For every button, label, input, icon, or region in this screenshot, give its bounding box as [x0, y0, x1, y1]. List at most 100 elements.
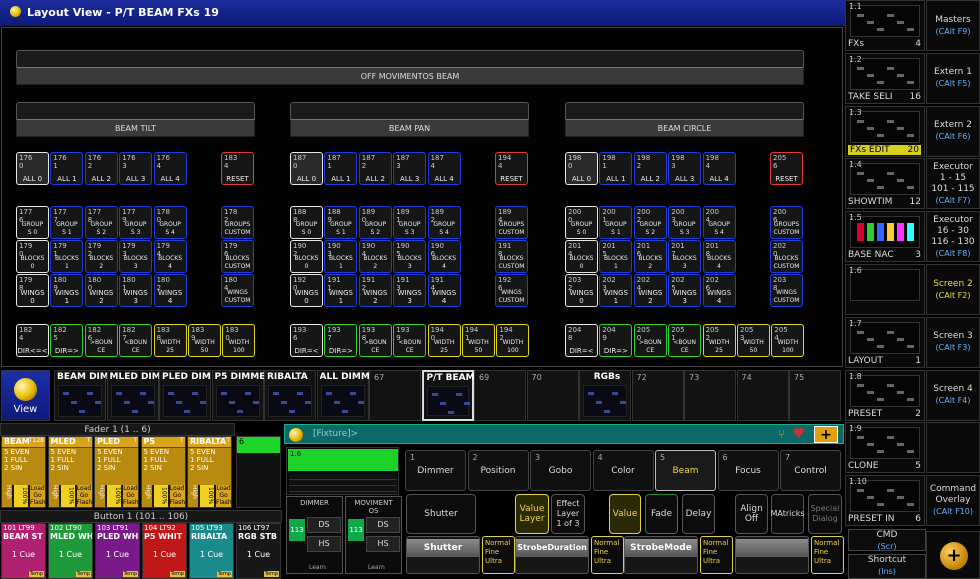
sec2-button-0-3[interactable]: 187 3 ALL 3: [393, 152, 427, 185]
tab-position[interactable]: 2 Position: [467, 450, 529, 491]
encoder-1-mode[interactable]: Normal Fine Ultra: [482, 536, 515, 574]
sec2-button-4-6[interactable]: 194 2 WIDTH 100: [496, 324, 530, 357]
delay-button[interactable]: Delay: [682, 494, 715, 534]
sec2-button-2-5[interactable]: 191 8 BLOCKS CUSTOM: [495, 240, 528, 273]
sec2-button-2-4[interactable]: 190 6 BLOCKS 4: [427, 240, 461, 273]
button-101-temp[interactable]: Temp: [28, 571, 44, 577]
encoder-4[interactable]: [735, 536, 809, 574]
sec3-button-1-4[interactable]: 200 4 GROUP S 4: [702, 206, 736, 239]
sec2-button-3-4[interactable]: 191 4 WINGS 4: [427, 274, 461, 307]
sec1-button-2-0[interactable]: 179 0 BLOCKS 0: [16, 240, 49, 273]
tab-dimmer[interactable]: 1 Dimmer: [405, 450, 466, 491]
right-button-1[interactable]: Masters (CAlt F9): [926, 0, 980, 51]
screen-pane-3[interactable]: 1.3 FXs EDIT 20: [845, 105, 925, 157]
fixture-sheet-header[interactable]: [Fixture]> ⑂ ♥ +: [284, 424, 844, 444]
sec3-button-0-1[interactable]: 198 1 ALL 1: [599, 152, 633, 185]
movimentos-encoder-block[interactable]: MOVIMENT OS 113 DS HS Learn: [345, 496, 402, 574]
sec1-button-1-3[interactable]: 177 9 GROUP S 3: [119, 206, 153, 239]
right-button-2[interactable]: Extern 1 (CAlt F5): [926, 52, 980, 104]
sec1-button-1-2[interactable]: 177 8 GROUP S 2: [84, 206, 118, 239]
sec2-button-1-4[interactable]: 189 2 GROUP S 4: [427, 206, 461, 239]
encoder-2[interactable]: StrobeDuration: [515, 536, 589, 574]
screen-pane-6[interactable]: 1.6: [845, 264, 925, 315]
align-off-button[interactable]: Align Off: [735, 494, 768, 534]
fader-4-level[interactable]: 100%: [153, 485, 168, 507]
right-button-6[interactable]: Screen 2 (CAlt F2): [926, 264, 980, 315]
button-101[interactable]: 101 LT99 BEAM ST 1 Cue Temp: [1, 523, 46, 579]
dimmer-learn-button[interactable]: Learn: [309, 564, 326, 571]
sec1-button-2-1[interactable]: 179 1 BLOCKS 1: [50, 240, 84, 273]
screen-pane-1[interactable]: 1.1 FXs 4: [845, 0, 925, 51]
sec1-button-2-2[interactable]: 179 2 BLOCKS 2: [84, 240, 118, 273]
sec2-button-0-1[interactable]: 187 1 ALL 1: [324, 152, 358, 185]
sec1-button-4-5[interactable]: 183 9 WIDTH 50: [188, 324, 221, 357]
button-104-temp[interactable]: Temp: [169, 571, 185, 577]
screen-pane-5[interactable]: 1.5 BASE NAC 3: [845, 211, 925, 263]
tab-control[interactable]: 7 Control: [780, 450, 841, 491]
sec2-button-1-2[interactable]: 189 0 GROUP S 2: [358, 206, 392, 239]
sec3-button-4-4[interactable]: 205 2 WIDTH 25: [702, 324, 736, 357]
fader-5-level[interactable]: 100%: [200, 485, 214, 507]
sec2-button-0-0[interactable]: 187 0 ALL 0: [290, 152, 323, 185]
fader-5[interactable]: RIBALTA T 5 EVEN 1 FULL 2 SIN High 100% Load Go…: [187, 436, 232, 508]
sec3-button-0-3[interactable]: 198 3 ALL 3: [668, 152, 702, 185]
sec3-button-4-6[interactable]: 205 4 WIDTH 100: [771, 324, 805, 357]
sec2-button-1-5[interactable]: 189 4 GROUPS CUSTOM: [495, 206, 528, 239]
sec2-button-4-5[interactable]: 194 1 WIDTH 50: [462, 324, 495, 357]
sec3-button-2-3[interactable]: 201 7 BLOCKS 3: [668, 240, 702, 273]
sec1-button-4-0[interactable]: 182 4 DIR<=<: [16, 324, 49, 357]
sec1-button-2-4[interactable]: 179 4 BLOCKS 4: [153, 240, 187, 273]
sec2-button-3-3[interactable]: 191 3 WINGS 3: [393, 274, 427, 307]
sec1-button-3-3[interactable]: 180 1 WINGS 3: [119, 274, 153, 307]
sec3-button-1-3[interactable]: 200 3 GROUP S 3: [668, 206, 702, 239]
group-off-bar[interactable]: OFF MOVIMENTOS BEAM: [16, 67, 804, 85]
sec1-button-0-5[interactable]: 183 4 RESET: [221, 152, 254, 185]
button-106[interactable]: 106 LT97 RGB STB 1 Cue Temp: [236, 523, 281, 579]
sec3-button-4-2[interactable]: 205 0 >BOUN CE: [633, 324, 667, 357]
screen-pane-10[interactable]: 1.10 PRESET IN 6: [845, 475, 925, 527]
right-button-3[interactable]: Extern 2 (CAlt F6): [926, 105, 980, 157]
sec2-button-2-1[interactable]: 190 3 BLOCKS 1: [324, 240, 358, 273]
sec3-button-2-2[interactable]: 201 6 BLOCKS 2: [633, 240, 667, 273]
heart-icon[interactable]: ♥: [792, 427, 805, 441]
sec2-button-0-5[interactable]: 194 4 RESET: [495, 152, 528, 185]
fader-1-load-go-flash[interactable]: Load Go Flash: [30, 485, 46, 507]
button-105[interactable]: 105 LT93 RIBALTA 1 Cue Temp: [189, 523, 234, 579]
view-tile-10[interactable]: RGBs: [579, 370, 631, 421]
sec1-button-0-3[interactable]: 176 3 ALL 3: [119, 152, 153, 185]
movimentos-learn-button[interactable]: Learn: [368, 564, 385, 571]
encoder-3[interactable]: StrobeMode: [624, 536, 698, 574]
shutter-button[interactable]: Shutter: [406, 494, 476, 534]
sec1-button-0-2[interactable]: 176 2 ALL 2: [84, 152, 118, 185]
sec2-button-4-3[interactable]: 193 9 <BOUN CE: [393, 324, 427, 357]
fork-icon[interactable]: ⑂: [778, 427, 785, 441]
group-tilt-bar[interactable]: BEAM TILT: [16, 119, 255, 137]
view-tile-7[interactable]: P/T BEAM: [421, 370, 475, 421]
sec3-button-1-0[interactable]: 200 0 GROUP S 0: [565, 206, 598, 239]
sec1-button-4-3[interactable]: 182 7 <BOUN CE: [119, 324, 153, 357]
fader-2-level[interactable]: 100%: [60, 485, 75, 507]
sec1-button-0-1[interactable]: 176 1 ALL 1: [50, 152, 84, 185]
right-button-5[interactable]: Executor 16 - 30 116 - 130 (CAlt F8): [926, 211, 980, 263]
screen-pane-8[interactable]: 1.8 PRESET 2: [845, 369, 925, 421]
right-button-8[interactable]: Screen 4 (CAlt F4): [926, 369, 980, 421]
sec1-button-1-0[interactable]: 177 6 GROUP S 0: [16, 206, 49, 239]
right-button-9[interactable]: [926, 422, 980, 474]
sec1-button-3-1[interactable]: 180 9 WINGS 1: [50, 274, 84, 307]
view-button[interactable]: View: [1, 370, 50, 421]
view-tile-6[interactable]: 67: [369, 370, 421, 421]
sec3-button-2-1[interactable]: 201 5 BLOCKS 1: [599, 240, 633, 273]
sec3-button-4-1[interactable]: 204 9 DIR=>: [599, 324, 633, 357]
view-tile-5[interactable]: ALL DIMM: [316, 370, 370, 421]
tab-beam[interactable]: 5 Beam: [655, 450, 716, 491]
sec3-button-1-2[interactable]: 200 2 GROUP S 2: [633, 206, 667, 239]
button-102[interactable]: 102 LT90 MLED WH 1 Cue Temp: [48, 523, 93, 579]
layout-canvas[interactable]: OFF MOVIMENTOS BEAM BEAM TILT BEAM PAN B…: [1, 27, 843, 367]
sec3-button-4-3[interactable]: 205 1 <BOUN CE: [668, 324, 702, 357]
right-button-7[interactable]: Screen 3 (CAlt F3): [926, 316, 980, 368]
button-103-temp[interactable]: Temp: [122, 571, 138, 577]
sec1-button-3-0[interactable]: 179 8 WINGS 0: [16, 274, 49, 307]
screen-pane-4[interactable]: 1.4 SHOWTIM 12: [845, 158, 925, 210]
sec1-button-4-2[interactable]: 182 6 >BOUN CE: [84, 324, 118, 357]
plus-menu-button[interactable]: +: [926, 531, 980, 579]
